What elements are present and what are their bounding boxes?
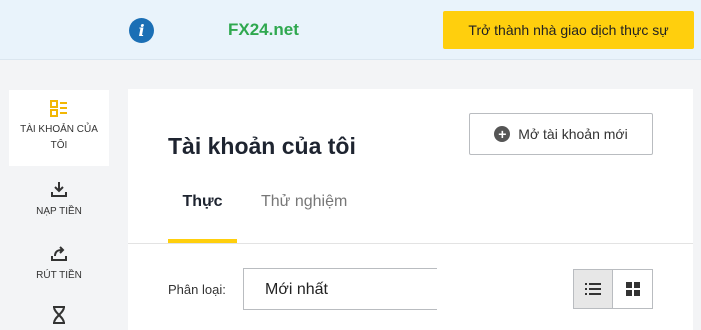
become-trader-button[interactable]: Trở thành nhà giao dịch thực sự <box>443 11 694 49</box>
tabs-divider <box>128 243 693 244</box>
accounts-icon <box>50 100 67 117</box>
plus-circle-icon: + <box>494 126 511 142</box>
sidebar-item-deposit[interactable]: NẠP TIỀN <box>9 180 109 220</box>
accounts-panel: Tài khoản của tôi + Mở tài khoản mới Thự… <box>128 89 693 330</box>
tab-demo[interactable]: Thử nghiệm <box>261 193 347 211</box>
grid-view-icon <box>625 282 640 296</box>
sidebar-item-label: NẠP TIỀN <box>36 206 82 217</box>
open-new-account-button[interactable]: + Mở tài khoản mới <box>469 113 653 155</box>
list-view-icon <box>585 283 601 295</box>
open-new-account-label: Mở tài khoản mới <box>518 126 628 142</box>
view-toggle <box>573 269 653 309</box>
download-icon <box>51 182 67 197</box>
page-title: Tài khoản của tôi <box>168 133 356 159</box>
hourglass-icon <box>53 306 65 324</box>
list-view-button[interactable] <box>574 270 614 308</box>
brand-name[interactable]: FX24.net <box>228 20 299 40</box>
sidebar: TÀI KHOẢN CỦA TÔI NẠP TIỀN RÚT TIỀN <box>9 90 109 324</box>
sort-select[interactable]: Mới nhất <box>243 268 437 310</box>
upload-share-icon <box>51 246 67 261</box>
sidebar-item-withdraw[interactable]: RÚT TIỀN <box>9 244 109 284</box>
sidebar-item-label: TÀI KHOẢN CỦA TÔI <box>9 122 109 154</box>
tab-real[interactable]: Thực <box>168 193 237 243</box>
grid-view-button[interactable] <box>613 270 652 308</box>
sidebar-item-my-accounts[interactable]: TÀI KHOẢN CỦA TÔI <box>9 90 109 166</box>
label-line-2: TÔI <box>50 140 68 151</box>
tab-demo-label: Thử nghiệm <box>261 193 348 210</box>
info-icon: i <box>129 18 154 43</box>
tab-real-label: Thực <box>182 193 223 210</box>
sort-label: Phân loại: <box>168 282 226 297</box>
sidebar-item-history[interactable] <box>9 306 109 324</box>
sidebar-item-label: RÚT TIỀN <box>36 270 82 281</box>
sort-select-value: Mới nhất <box>265 281 328 298</box>
label-line-1: TÀI KHOẢN CỦA <box>20 124 98 135</box>
top-banner: i FX24.net Trở thành nhà giao dịch thực … <box>0 0 701 60</box>
